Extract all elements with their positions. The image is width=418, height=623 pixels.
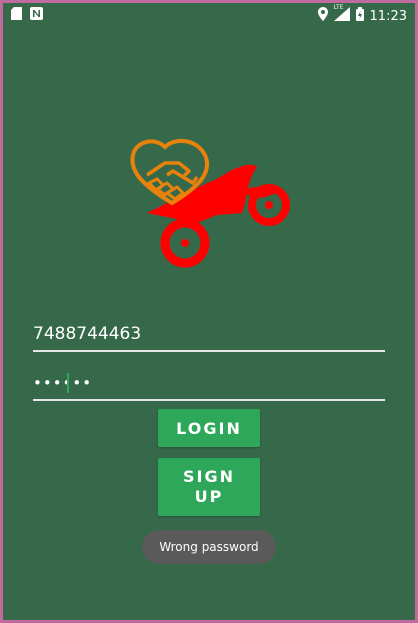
status-bar-left: [11, 7, 43, 24]
status-bar-right: LTE 11:23: [317, 4, 407, 25]
network-type-label: LTE: [333, 4, 344, 11]
login-button-label: LOGIN: [176, 418, 242, 438]
status-time: 11:23: [369, 8, 407, 24]
login-button[interactable]: LOGIN: [158, 409, 260, 447]
toast-text: Wrong password: [159, 540, 259, 554]
phone-field[interactable]: [33, 320, 385, 352]
signup-button-label-line2: UP: [194, 487, 224, 506]
toast-message: Wrong password: [142, 530, 276, 564]
battery-icon: [355, 7, 364, 25]
signup-button[interactable]: SIGN UP: [158, 458, 260, 516]
password-input[interactable]: ••••••: [33, 369, 92, 397]
sd-card-icon: [11, 7, 22, 24]
password-field[interactable]: ••••••: [33, 369, 385, 401]
location-icon: [317, 7, 328, 25]
status-bar: LTE 11:23: [3, 3, 415, 27]
signal-icon: LTE: [333, 4, 350, 25]
phone-input[interactable]: [33, 320, 385, 348]
signup-button-label-line1: SIGN: [183, 467, 235, 486]
app-logo: [127, 133, 293, 273]
notification-n-icon: [30, 7, 43, 24]
app-screen: LTE 11:23 7488744463 •••••• LOGIN SIGN U…: [3, 3, 415, 620]
text-cursor: [67, 373, 69, 393]
